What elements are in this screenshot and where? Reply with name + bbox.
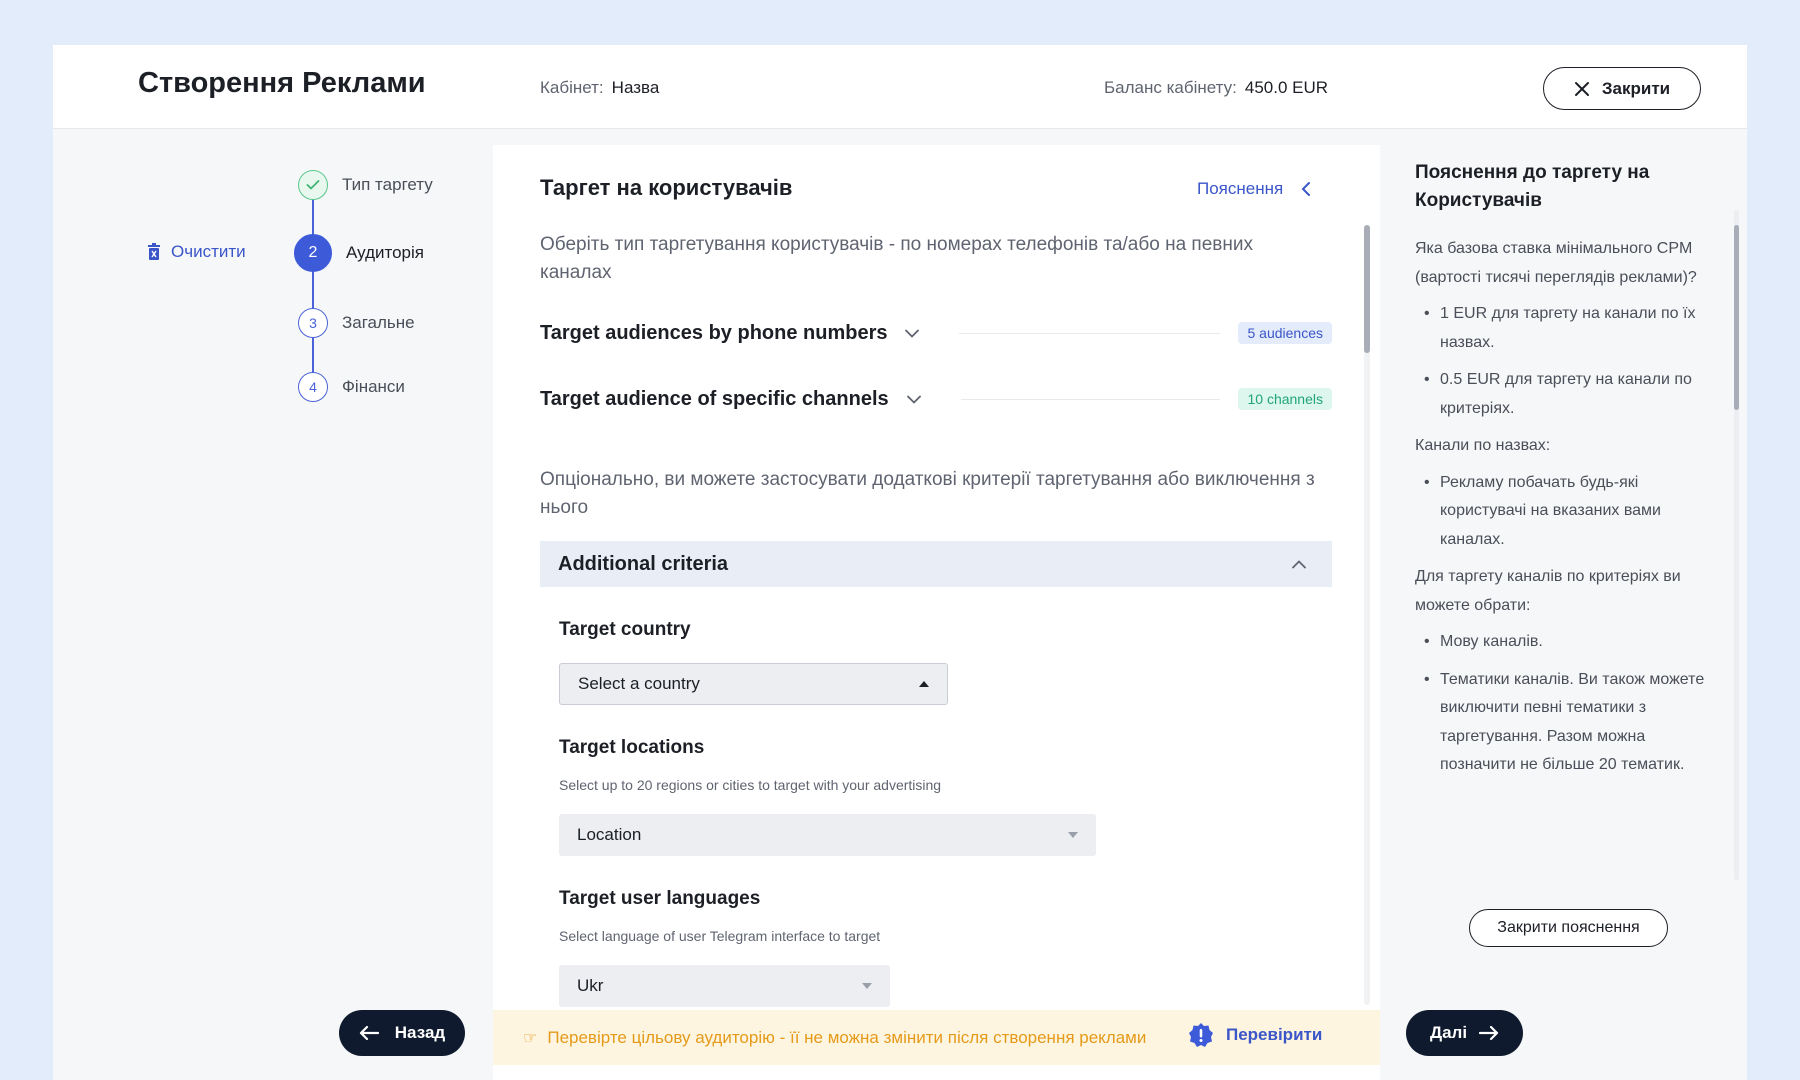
warning-text: Перевірте цільову аудиторію - її не можн… (547, 1027, 1147, 1047)
accordion-title: Target audiences by phone numbers (540, 321, 888, 344)
by-name-list: Рекламу побачать будь-які користувачі на… (1415, 469, 1725, 555)
caret-down-icon (862, 983, 872, 989)
close-button[interactable]: Закрити (1543, 67, 1701, 110)
balance-value: 450.0 EUR (1244, 78, 1329, 97)
accordion-phone-audiences[interactable]: Target audiences by phone numbers 5 audi… (540, 317, 1332, 349)
explain-link-label: Пояснення (1197, 179, 1284, 198)
explanation-question: Яка базова ставка мінімального CPM (варт… (1415, 240, 1697, 286)
step-audience[interactable]: 2 Аудиторія (294, 234, 424, 272)
divider (960, 398, 1221, 400)
intro-text: Оберіть тип таргетування користувачів - … (540, 234, 1253, 283)
country-placeholder: Select a country (578, 674, 700, 693)
chevron-up-icon (1292, 559, 1306, 568)
step-label: Аудиторія (346, 243, 424, 262)
check-label: Перевірити (1226, 1025, 1323, 1044)
languages-label: Target user languages (559, 888, 761, 909)
explanation-title: Пояснення до таргету на Користувачів (1415, 162, 1650, 211)
step-label: Тип таргету (342, 175, 433, 194)
list-item: Тематики каналів. Ви також можете виключ… (1415, 666, 1725, 780)
explanation-body: Яка базова ставка мінімального CPM (варт… (1415, 235, 1725, 789)
back-button[interactable]: Назад (339, 1010, 465, 1056)
caret-down-icon (1068, 832, 1078, 838)
step-target-type[interactable]: Тип таргету (298, 170, 433, 200)
clear-label: Очистити (171, 242, 246, 261)
list-item: 0.5 EUR для таргету на канали по критері… (1415, 366, 1725, 423)
top-bar: Створення Реклами Кабінет: Назва Баланс к… (53, 45, 1747, 129)
balance-label: Баланс кабінету: (1104, 78, 1237, 97)
trash-icon (148, 243, 160, 260)
page-title: Створення Реклами (138, 67, 426, 99)
arrow-right-icon (1479, 1025, 1499, 1041)
explain-toggle[interactable]: Пояснення (1197, 179, 1311, 199)
step-general[interactable]: 3 Загальне (298, 308, 415, 338)
explanation-scrollbar-thumb[interactable] (1734, 225, 1739, 410)
close-button-label: Закрити (1601, 78, 1671, 98)
language-value: Ukr (577, 976, 604, 995)
channels-badge: 10 channels (1238, 388, 1332, 410)
step-number: 2 (294, 234, 332, 272)
divider (959, 332, 1221, 334)
step-label: Загальне (342, 313, 415, 332)
step-done-circle (298, 170, 328, 200)
main-panel: Таргет на користувачів Пояснення Оберіть… (493, 145, 1380, 1080)
alert-badge-icon (1189, 1023, 1213, 1047)
back-label: Назад (394, 1023, 446, 1042)
warning-bar: ☞ Перевірте цільову аудиторію - її не мо… (493, 1010, 1380, 1065)
balance-info: Баланс кабінету: 450.0 EUR (1104, 78, 1328, 98)
clear-button[interactable]: Очистити (147, 242, 246, 262)
list-item: 1 EUR для таргету на канали по їх назвах… (1415, 300, 1725, 357)
caret-up-icon (919, 681, 929, 687)
list-item: Мову каналів. (1415, 628, 1725, 657)
close-icon (1574, 81, 1589, 96)
chevron-down-icon (906, 395, 921, 404)
by-name-heading: Канали по назвах: (1415, 437, 1551, 454)
step-number: 4 (298, 372, 328, 402)
criteria-heading: Для таргету каналів по критеріях ви може… (1415, 568, 1681, 614)
scrollbar-thumb[interactable] (1364, 225, 1370, 353)
pointing-hand-icon: ☞ (523, 1029, 538, 1047)
optional-text: Опціонально, ви можете застосувати додат… (540, 469, 1315, 518)
cabinet-info: Кабінет: Назва (540, 78, 659, 98)
next-button[interactable]: Далі (1406, 1010, 1523, 1056)
criteria-list: Мову каналів. Тематики каналів. Ви також… (1415, 628, 1725, 780)
accordion-title: Additional criteria (558, 552, 729, 575)
list-item: Рекламу побачать будь-які користувачі на… (1415, 469, 1725, 555)
check-button[interactable]: Перевірити (1188, 1022, 1322, 1048)
accordion-channel-audiences[interactable]: Target audience of specific channels 10 … (540, 383, 1332, 415)
location-select[interactable]: Location (559, 814, 1096, 856)
location-placeholder: Location (577, 825, 642, 844)
locations-label: Target locations (559, 737, 705, 758)
next-label: Далі (1429, 1023, 1468, 1042)
country-select[interactable]: Select a country (559, 663, 948, 705)
chevron-down-icon (905, 329, 920, 338)
locations-hint: Select up to 20 regions or cities to tar… (559, 777, 942, 793)
step-number: 3 (298, 308, 328, 338)
accordion-title: Target audience of specific channels (540, 387, 889, 410)
close-explanation-button[interactable]: Закрити пояснення (1469, 909, 1668, 947)
chevron-left-icon (1301, 182, 1311, 196)
section-title: Таргет на користувачів (540, 175, 793, 200)
check-icon (306, 180, 320, 190)
languages-hint: Select language of user Telegram interfa… (559, 928, 881, 944)
language-select[interactable]: Ukr (559, 965, 890, 1007)
country-label: Target country (559, 619, 691, 640)
explanation-panel: Пояснення до таргету на Користувачів Яка… (1394, 145, 1733, 960)
app-window: Створення Реклами Кабінет: Назва Баланс к… (53, 45, 1747, 1080)
arrow-left-icon (359, 1025, 379, 1041)
stepper-line (312, 187, 314, 387)
rates-list: 1 EUR для таргету на канали по їх назвах… (1415, 300, 1725, 423)
step-finance[interactable]: 4 Фінанси (298, 372, 405, 402)
accordion-additional-criteria[interactable]: Additional criteria (540, 541, 1332, 587)
cabinet-label: Кабінет: (540, 78, 604, 97)
audiences-badge: 5 audiences (1238, 322, 1332, 344)
step-label: Фінанси (342, 377, 405, 396)
cabinet-value: Назва (611, 78, 660, 97)
